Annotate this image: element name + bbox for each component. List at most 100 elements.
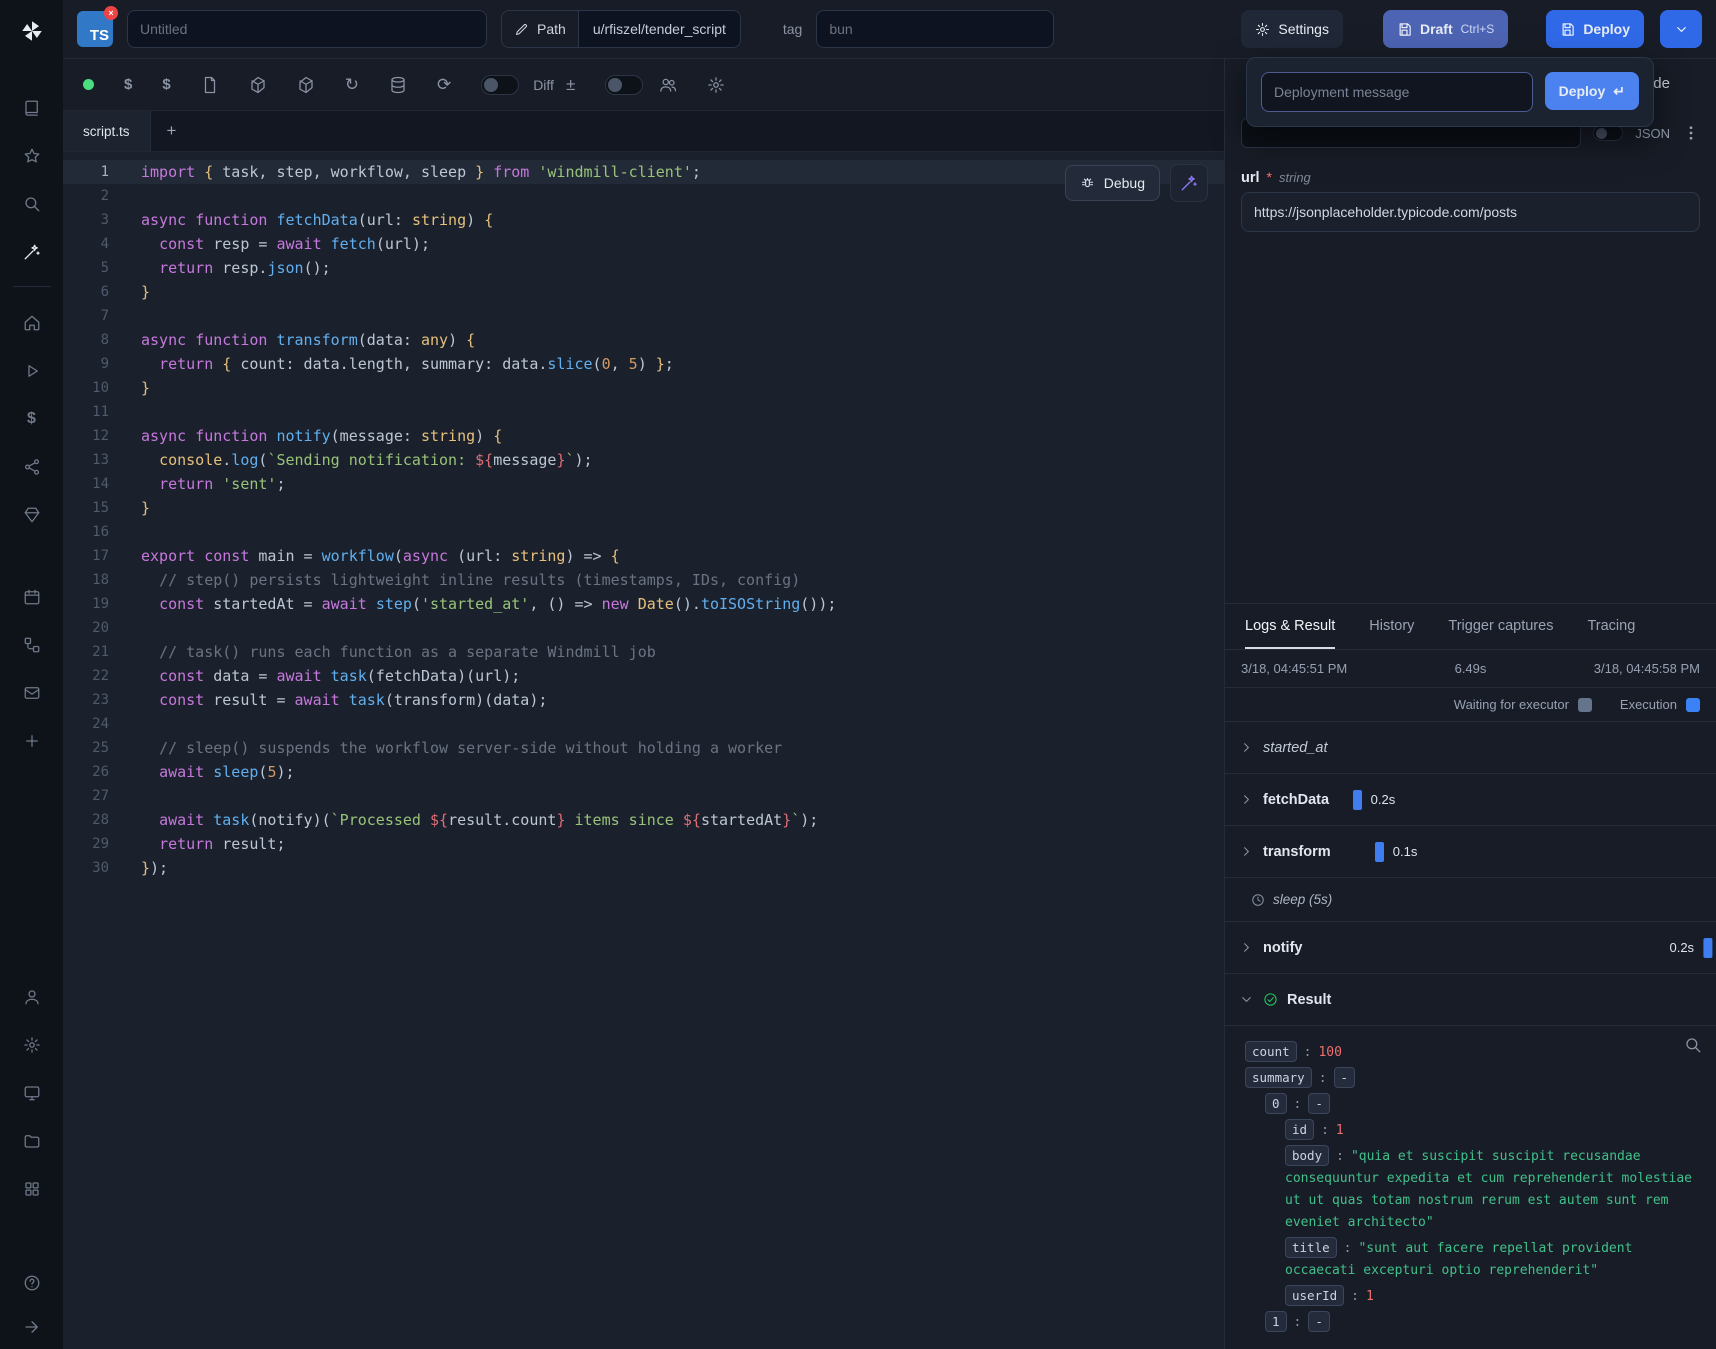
code-line[interactable]: 22 const data = await task(fetchData)(ur… <box>63 664 1224 688</box>
tab-tracing[interactable]: Tracing <box>1587 604 1635 649</box>
sidebar-item-favorites[interactable] <box>0 132 63 180</box>
collapse-toggle[interactable]: - <box>1334 1067 1356 1088</box>
code-line[interactable]: 20 <box>63 616 1224 640</box>
sidebar-item-help[interactable] <box>0 1261 63 1305</box>
code-line[interactable]: 2 <box>63 184 1224 208</box>
package-icon[interactable] <box>249 76 267 94</box>
sidebar-item-variables[interactable]: $ <box>0 395 63 443</box>
code-line[interactable]: 10} <box>63 376 1224 400</box>
code-line[interactable]: 5 return resp.json(); <box>63 256 1224 280</box>
path-value[interactable]: u/rfiszel/tender_script <box>578 11 740 47</box>
sidebar-item-search[interactable] <box>0 180 63 228</box>
code-line[interactable]: 11 <box>63 400 1224 424</box>
sidebar-item-account[interactable] <box>0 973 63 1021</box>
code-line[interactable]: 19 const startedAt = await step('started… <box>63 592 1224 616</box>
deployment-message-input[interactable] <box>1261 72 1533 112</box>
sidebar-item-assets[interactable] <box>0 491 63 539</box>
search-result-icon[interactable] <box>1684 1036 1702 1054</box>
code-line[interactable]: 9 return { count: data.length, summary: … <box>63 352 1224 376</box>
deploy-dropdown-button[interactable] <box>1660 10 1702 48</box>
tab-trigger-captures[interactable]: Trigger captures <box>1448 604 1553 649</box>
sidebar-item-apps[interactable] <box>0 1165 63 1213</box>
sidebar-item-folders[interactable] <box>0 1117 63 1165</box>
sidebar-item-flows[interactable] <box>0 621 63 669</box>
json-key[interactable]: count <box>1245 1041 1297 1062</box>
code-line[interactable]: 14 return 'sent'; <box>63 472 1224 496</box>
code-line[interactable]: 7 <box>63 304 1224 328</box>
code-line[interactable]: 6} <box>63 280 1224 304</box>
file-tab[interactable]: script.ts <box>63 111 151 151</box>
variables-icon[interactable]: $ <box>124 77 132 92</box>
json-key[interactable]: body <box>1285 1145 1329 1166</box>
sidebar-item-settings[interactable] <box>0 1021 63 1069</box>
result-row[interactable]: Result <box>1225 974 1716 1026</box>
code-line[interactable]: 1import { task, step, workflow, sleep } … <box>63 160 1224 184</box>
add-tab-button[interactable]: + <box>151 121 193 141</box>
code-line[interactable]: 13 console.log(`Sending notification: ${… <box>63 448 1224 472</box>
step-row-transform[interactable]: transform 0.1s <box>1225 826 1716 878</box>
code-line[interactable]: 15} <box>63 496 1224 520</box>
users-icon[interactable] <box>659 76 677 94</box>
dependencies-icon[interactable] <box>297 76 315 94</box>
draft-button[interactable]: Draft Ctrl+S <box>1383 10 1508 48</box>
json-key[interactable]: id <box>1285 1119 1314 1140</box>
json-key[interactable]: title <box>1285 1237 1337 1258</box>
refresh-icon[interactable]: ⟳ <box>437 76 451 93</box>
code-line[interactable]: 24 <box>63 712 1224 736</box>
kebab-menu-button[interactable] <box>1682 124 1700 142</box>
sidebar-item-resources[interactable] <box>0 443 63 491</box>
tab-logs-result[interactable]: Logs & Result <box>1245 604 1335 649</box>
plus-minus-icon[interactable]: ± <box>566 76 575 93</box>
code-line[interactable]: 27 <box>63 784 1224 808</box>
url-input[interactable] <box>1241 192 1700 232</box>
editor-settings-icon[interactable] <box>707 76 725 94</box>
rotate-icon[interactable]: ↻ <box>345 76 359 93</box>
code-line[interactable]: 28 await task(notify)(`Processed ${resul… <box>63 808 1224 832</box>
sidebar-item-triggers[interactable] <box>0 669 63 717</box>
code-line[interactable]: 29 return result; <box>63 832 1224 856</box>
database-icon[interactable] <box>389 76 407 94</box>
windmill-logo[interactable] <box>0 0 63 62</box>
collapse-toggle[interactable]: - <box>1308 1311 1330 1332</box>
sidebar-item-workers[interactable] <box>0 1069 63 1117</box>
tag-input[interactable] <box>816 10 1054 48</box>
script-doc-icon[interactable] <box>201 76 219 94</box>
script-name-input[interactable] <box>127 10 487 48</box>
code-line[interactable]: 30}); <box>63 856 1224 880</box>
json-toggle[interactable] <box>1593 125 1623 141</box>
code-line[interactable]: 17export const main = workflow(async (ur… <box>63 544 1224 568</box>
code-line[interactable]: 23 const result = await task(transform)(… <box>63 688 1224 712</box>
code-line[interactable]: 8async function transform(data: any) { <box>63 328 1224 352</box>
sidebar-item-docs[interactable] <box>0 84 63 132</box>
step-row-started-at[interactable]: started_at <box>1225 722 1716 774</box>
json-key[interactable]: userId <box>1285 1285 1344 1306</box>
code-line[interactable]: 21 // task() runs each function as a sep… <box>63 640 1224 664</box>
sidebar-item-home[interactable] <box>0 299 63 347</box>
code-line[interactable]: 12async function notify(message: string)… <box>63 424 1224 448</box>
collapse-toggle[interactable]: - <box>1308 1093 1330 1114</box>
step-row-fetchdata[interactable]: fetchData 0.2s <box>1225 774 1716 826</box>
code-line[interactable]: 18 // step() persists lightweight inline… <box>63 568 1224 592</box>
sidebar-item-ai[interactable] <box>0 228 63 276</box>
multiplayer-toggle[interactable] <box>605 75 643 95</box>
json-key[interactable]: summary <box>1245 1067 1312 1088</box>
step-row-notify[interactable]: notify 0.2s <box>1225 922 1716 974</box>
code-line[interactable]: 25 // sleep() suspends the workflow serv… <box>63 736 1224 760</box>
path-edit-button[interactable]: Path <box>502 11 578 47</box>
settings-button[interactable]: Settings <box>1241 10 1343 48</box>
json-key[interactable]: 1 <box>1265 1311 1287 1332</box>
secrets-icon[interactable]: $ <box>162 77 170 92</box>
json-key[interactable]: 0 <box>1265 1093 1287 1114</box>
tab-history[interactable]: History <box>1369 604 1414 649</box>
ai-assistant-button[interactable] <box>1170 164 1208 202</box>
sidebar-item-runs[interactable] <box>0 347 63 395</box>
diff-toggle[interactable] <box>481 75 519 95</box>
code-line[interactable]: 26 await sleep(5); <box>63 760 1224 784</box>
deploy-button[interactable]: Deploy <box>1546 10 1644 48</box>
debug-button[interactable]: Debug <box>1065 165 1160 201</box>
sidebar-item-schedules[interactable] <box>0 573 63 621</box>
code-line[interactable]: 3async function fetchData(url: string) { <box>63 208 1224 232</box>
code-line[interactable]: 16 <box>63 520 1224 544</box>
code-editor[interactable]: 1import { task, step, workflow, sleep } … <box>63 152 1224 1349</box>
popup-deploy-button[interactable]: Deploy ↵ <box>1545 72 1639 110</box>
